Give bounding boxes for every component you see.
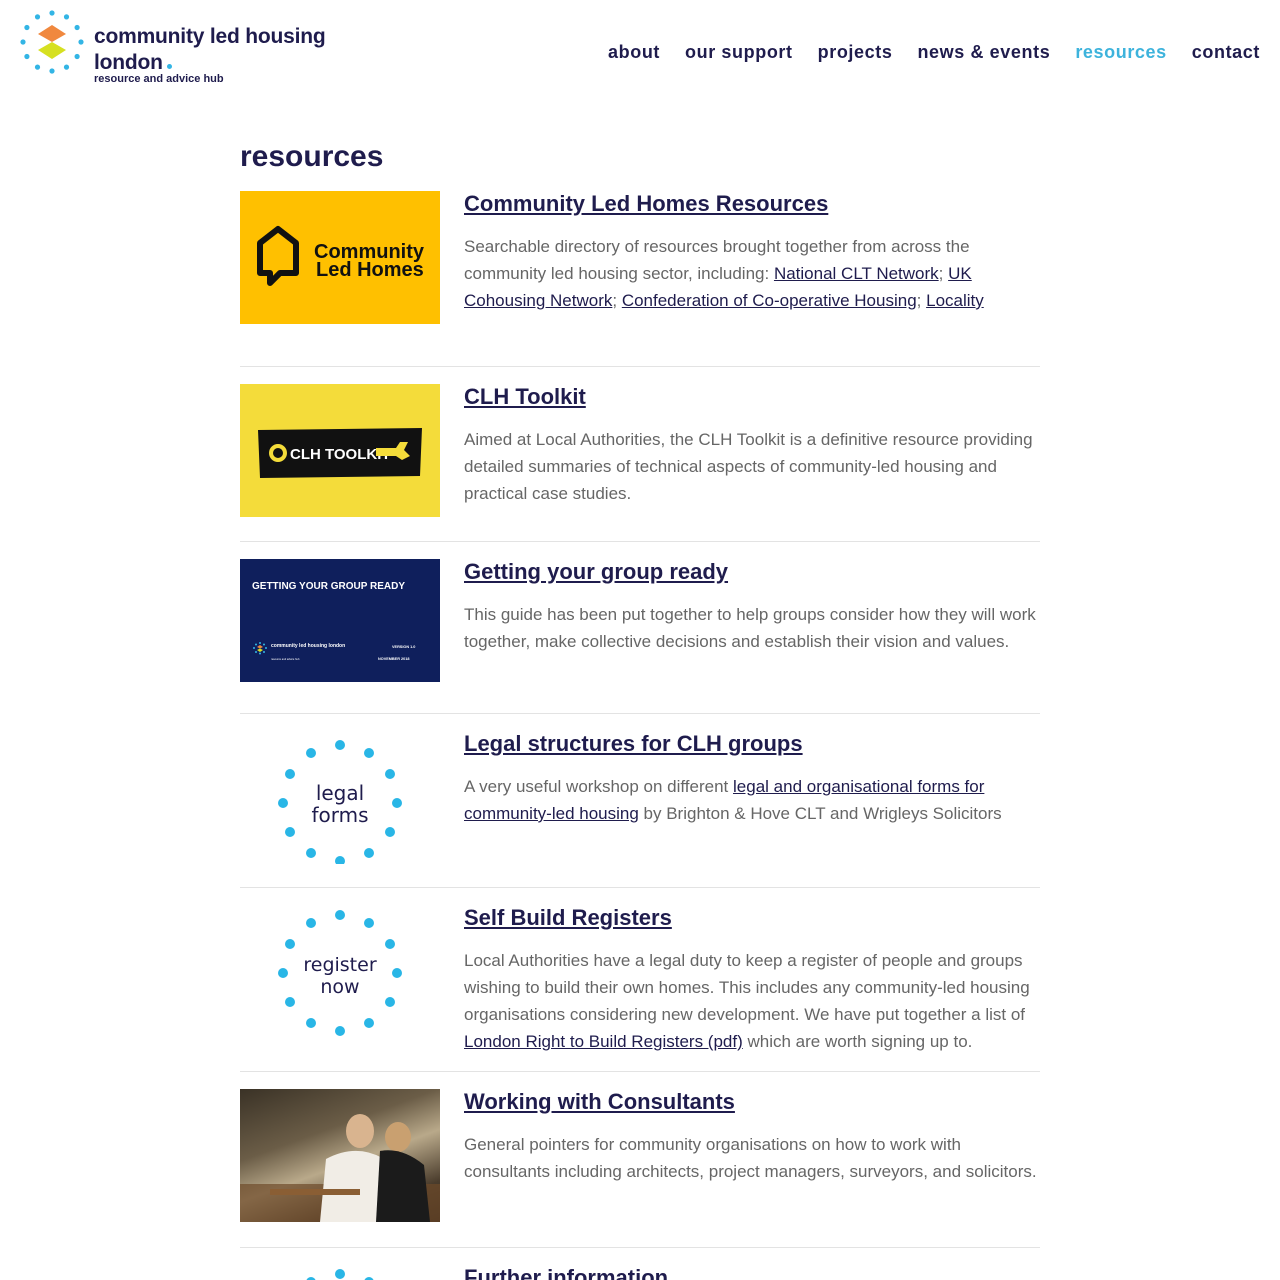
resource-description: General pointers for community organisat… bbox=[464, 1135, 1037, 1181]
resource-item: Working with Consultants General pointer… bbox=[240, 1071, 1040, 1247]
link-locality[interactable]: Locality bbox=[926, 291, 984, 310]
thumb-date: NOVEMBER 2018 bbox=[378, 657, 409, 661]
resource-item: GETTING YOUR GROUP READY community led h… bbox=[240, 541, 1040, 713]
resource-content: Further information bbox=[464, 1265, 1040, 1280]
resource-item: Further information bbox=[240, 1247, 1040, 1280]
desc-text: which are worth signing up to. bbox=[742, 1032, 973, 1051]
desc-separator: ; bbox=[612, 291, 622, 310]
logo-subtitle: resource and advice hub bbox=[94, 73, 224, 85]
clh-toolkit-banner-icon: CLH TOOLKIT bbox=[258, 428, 422, 478]
thumb-org-sub: resource and advice hub bbox=[271, 657, 300, 661]
resource-list: Community Led Homes Community Led Homes … bbox=[240, 191, 1040, 1280]
resource-item: CLH TOOLKIT CLH Toolkit Aimed at Local A… bbox=[240, 366, 1040, 541]
resource-title-link[interactable]: CLH Toolkit bbox=[464, 384, 1040, 410]
nav-projects[interactable]: projects bbox=[818, 41, 893, 63]
link-national-clt-network[interactable]: National CLT Network bbox=[774, 264, 939, 283]
resource-content: Legal structures for CLH groups A very u… bbox=[464, 731, 1040, 827]
legal-forms-badge-icon: legal forms bbox=[278, 740, 402, 864]
resource-item: register now Self Build Registers Local … bbox=[240, 887, 1040, 1071]
resource-thumbnail[interactable]: GETTING YOUR GROUP READY community led h… bbox=[240, 559, 440, 682]
guide-cover-icon: GETTING YOUR GROUP READY community led h… bbox=[252, 581, 415, 661]
community-led-homes-logo-icon: Community Led Homes bbox=[257, 226, 425, 286]
resource-description: This guide has been put together to help… bbox=[464, 605, 1036, 651]
resource-item: legal forms Legal structures for CLH gro… bbox=[240, 713, 1040, 887]
resource-item: Community Led Homes Community Led Homes … bbox=[240, 191, 1040, 366]
resource-thumbnail[interactable]: Community Led Homes bbox=[240, 191, 440, 324]
further-info-badge-icon bbox=[306, 1269, 374, 1280]
site-logo-link[interactable]: community led housing london resource an… bbox=[20, 10, 350, 90]
desc-text: by Brighton & Hove CLT and Wrigleys Soli… bbox=[638, 804, 1002, 823]
nav-contact[interactable]: contact bbox=[1192, 41, 1260, 63]
resource-content: Working with Consultants General pointer… bbox=[464, 1089, 1040, 1185]
thumb-text-line: legal bbox=[316, 781, 364, 805]
link-right-to-build-registers[interactable]: London Right to Build Registers (pdf) bbox=[464, 1032, 743, 1051]
resource-thumbnail[interactable]: legal forms bbox=[240, 731, 440, 864]
resource-title-link[interactable]: Working with Consultants bbox=[464, 1089, 1040, 1115]
resource-thumbnail[interactable] bbox=[240, 1089, 440, 1222]
logo-title: community led housing london bbox=[94, 25, 326, 74]
resource-title-link[interactable]: Self Build Registers bbox=[464, 905, 1040, 931]
thumb-text-line: Led Homes bbox=[316, 259, 424, 281]
nav-resources[interactable]: resources bbox=[1075, 41, 1166, 63]
resource-title-link[interactable]: Community Led Homes Resources bbox=[464, 191, 1040, 217]
link-confederation-co-op-housing[interactable]: Confederation of Co-operative Housing bbox=[622, 291, 917, 310]
thumb-text: CLH TOOLKIT bbox=[290, 446, 391, 463]
register-now-badge-icon: register now bbox=[278, 910, 402, 1036]
nav-about[interactable]: about bbox=[608, 41, 660, 63]
nav-news-events[interactable]: news & events bbox=[917, 41, 1050, 63]
resource-title-link[interactable]: Getting your group ready bbox=[464, 559, 1040, 585]
site-header: community led housing london resource an… bbox=[0, 0, 1280, 110]
resource-description: Aimed at Local Authorities, the CLH Tool… bbox=[464, 430, 1033, 503]
nav-our-support[interactable]: our support bbox=[685, 41, 793, 63]
thumb-heading: GETTING YOUR GROUP READY bbox=[252, 581, 405, 592]
desc-separator: ; bbox=[916, 291, 927, 310]
resource-title-link[interactable]: Legal structures for CLH groups bbox=[464, 731, 1040, 757]
thumb-text-line: register bbox=[303, 954, 376, 976]
resource-description: Local Authorities have a legal duty to k… bbox=[464, 947, 1040, 1055]
consultants-photo bbox=[240, 1114, 440, 1222]
resource-title-link[interactable]: Further information bbox=[464, 1265, 1040, 1280]
resource-thumbnail[interactable]: register now bbox=[240, 905, 440, 1038]
desc-text: A very useful workshop on different bbox=[464, 777, 734, 796]
thumb-version: VERSION 1.0 bbox=[392, 645, 415, 649]
resource-content: Getting your group ready This guide has … bbox=[464, 559, 1040, 655]
resource-content: Community Led Homes Resources Searchable… bbox=[464, 191, 1040, 314]
resource-description: Searchable directory of resources brough… bbox=[464, 233, 1040, 314]
thumb-text-line: now bbox=[320, 976, 359, 998]
desc-text: Local Authorities have a legal duty to k… bbox=[464, 951, 1030, 1024]
thumb-text-line: forms bbox=[311, 803, 368, 827]
logo-mark-icon bbox=[20, 10, 84, 74]
resource-thumbnail[interactable]: CLH TOOLKIT bbox=[240, 384, 440, 517]
page-title: resources bbox=[240, 140, 384, 173]
resource-thumbnail[interactable] bbox=[240, 1265, 440, 1280]
main-nav: about our support projects news & events… bbox=[608, 41, 1260, 63]
resource-content: Self Build Registers Local Authorities h… bbox=[464, 905, 1040, 1055]
thumb-org: community led housing london bbox=[271, 643, 345, 649]
resource-content: CLH Toolkit Aimed at Local Authorities, … bbox=[464, 384, 1040, 507]
resource-description: A very useful workshop on different lega… bbox=[464, 773, 1040, 827]
desc-separator: ; bbox=[938, 264, 949, 283]
